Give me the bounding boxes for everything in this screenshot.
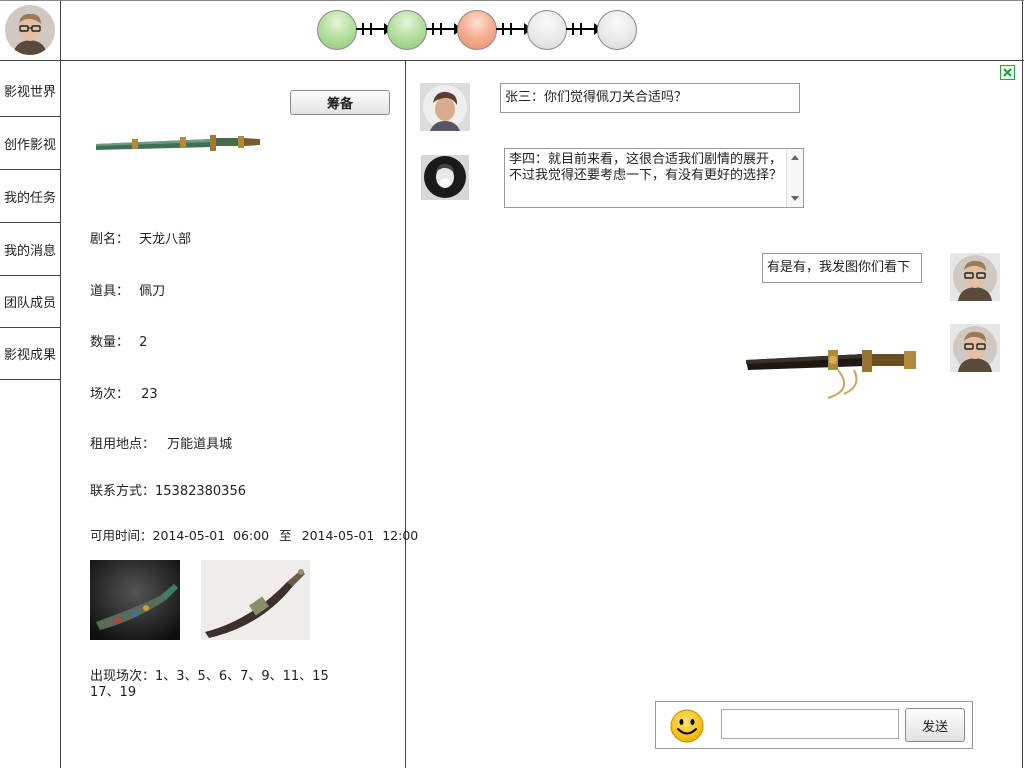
contact-label: 联系方式： (90, 484, 156, 499)
prepare-button[interactable]: 筹备 (290, 90, 390, 115)
header-divider (0, 60, 1024, 61)
scene-value: 23 (141, 387, 158, 402)
chat-input-bar: 发送 (655, 701, 973, 749)
chat-message-input[interactable] (721, 709, 899, 739)
step-connector (426, 23, 462, 35)
available-end: 2014-05-01 12:00 (301, 528, 419, 543)
appear-value-line1: 1、3、5、6、7、9、11、15 (155, 669, 329, 684)
right-border (1022, 0, 1023, 768)
chat-message-2[interactable]: 李四：就目前来看，这很合适我们剧情的展开，不过我觉得还要考虑一下，有没有更好的选… (504, 148, 804, 208)
prop-photo-1[interactable] (90, 560, 180, 640)
chat-sword-image[interactable] (744, 340, 922, 402)
appear-value-line2: 17、19 (90, 685, 137, 700)
send-button[interactable]: 发送 (905, 708, 965, 742)
drama-label: 剧名： (90, 232, 130, 247)
contact-field: 联系方式：15382380356 (90, 480, 246, 499)
drama-field: 剧名： 天龙八部 (90, 228, 191, 247)
chat-message-2-text: 李四：就目前来看，这很合适我们剧情的展开，不过我觉得还要考虑一下，有没有更好的选… (509, 152, 783, 183)
step-connector (496, 23, 532, 35)
appear-scenes-field: 出现场次：1、3、5、6、7、9、11、15 17、19 (90, 669, 350, 701)
drama-value: 天龙八部 (139, 232, 192, 247)
prop-value: 佩刀 (139, 284, 166, 299)
sidebar-item-label: 影视世界 (3, 85, 56, 100)
send-button-label: 发送 (921, 719, 948, 735)
step-5-todo[interactable] (597, 10, 637, 50)
step-1-done[interactable] (317, 10, 357, 50)
sidebar-item-my-tasks[interactable]: 我的任务 (0, 170, 60, 223)
current-user-avatar[interactable] (5, 5, 55, 55)
location-field: 租用地点： 万能道具城 (90, 433, 232, 452)
chat-message-1-text: 张三：你们觉得佩刀关合适吗？ (505, 90, 688, 105)
scene-field: 场次： 23 (90, 383, 158, 402)
zhangsan-avatar[interactable] (420, 83, 470, 131)
sidebar-item-label: 我的消息 (3, 243, 56, 259)
scroll-down-icon[interactable] (791, 196, 799, 201)
sidebar-item-label: 团队成员 (3, 295, 56, 311)
sidebar-item-label: 创作影视 (3, 137, 56, 153)
sidebar-item-label: 我的任务 (3, 190, 56, 206)
step-4-todo[interactable] (527, 10, 567, 50)
chat-message-2-scrollbar[interactable] (786, 149, 803, 207)
prop-sword-image (92, 126, 264, 160)
close-icon[interactable] (1000, 65, 1015, 80)
step-2-done[interactable] (387, 10, 427, 50)
step-3-current[interactable] (457, 10, 497, 50)
location-label: 租用地点： (90, 437, 156, 452)
sidebar-item-film-world[interactable]: 影视世界 (0, 65, 60, 117)
quantity-label: 数量： (90, 335, 130, 350)
prop-photo-2[interactable] (201, 560, 310, 640)
prop-field: 道具： 佩刀 (90, 280, 165, 299)
contact-value: 15382380356 (155, 484, 246, 499)
sidebar-item-team-members[interactable]: 团队成员 (0, 275, 60, 328)
available-label: 可用时间： (90, 528, 153, 543)
step-connector (566, 23, 602, 35)
self-avatar[interactable] (950, 253, 1000, 301)
available-time-field: 可用时间：2014-05-01 06:00 至 2014-05-01 12:00 (90, 525, 418, 544)
sidebar-divider (60, 0, 61, 768)
self-avatar[interactable] (950, 324, 1000, 372)
appear-label: 出现场次： (90, 669, 156, 684)
sidebar-item-my-messages[interactable]: 我的消息 (0, 223, 60, 276)
smiley-icon[interactable] (669, 708, 705, 744)
scroll-up-icon[interactable] (791, 155, 799, 160)
scene-label: 场次： (90, 387, 130, 402)
sidebar-item-film-results[interactable]: 影视成果 (0, 327, 60, 380)
chat-message-1: 张三：你们觉得佩刀关合适吗？ (500, 83, 800, 113)
prepare-button-label: 筹备 (326, 97, 353, 112)
prop-label: 道具： (90, 284, 130, 299)
chat-message-3-text: 有是有，我发图你们看下 (767, 260, 911, 275)
chat-message-3: 有是有，我发图你们看下 (762, 253, 922, 283)
location-value: 万能道具城 (167, 437, 233, 452)
available-separator: 至 (279, 528, 292, 543)
top-border (0, 0, 1024, 1)
sidebar-item-create-film[interactable]: 创作影视 (0, 117, 60, 170)
lisi-avatar[interactable] (421, 155, 469, 200)
panel-divider (405, 60, 406, 768)
quantity-value: 2 (139, 335, 148, 350)
available-start: 2014-05-01 06:00 (152, 528, 270, 543)
step-connector (356, 23, 392, 35)
quantity-field: 数量： 2 (90, 331, 147, 350)
sidebar-item-label: 影视成果 (3, 347, 56, 363)
